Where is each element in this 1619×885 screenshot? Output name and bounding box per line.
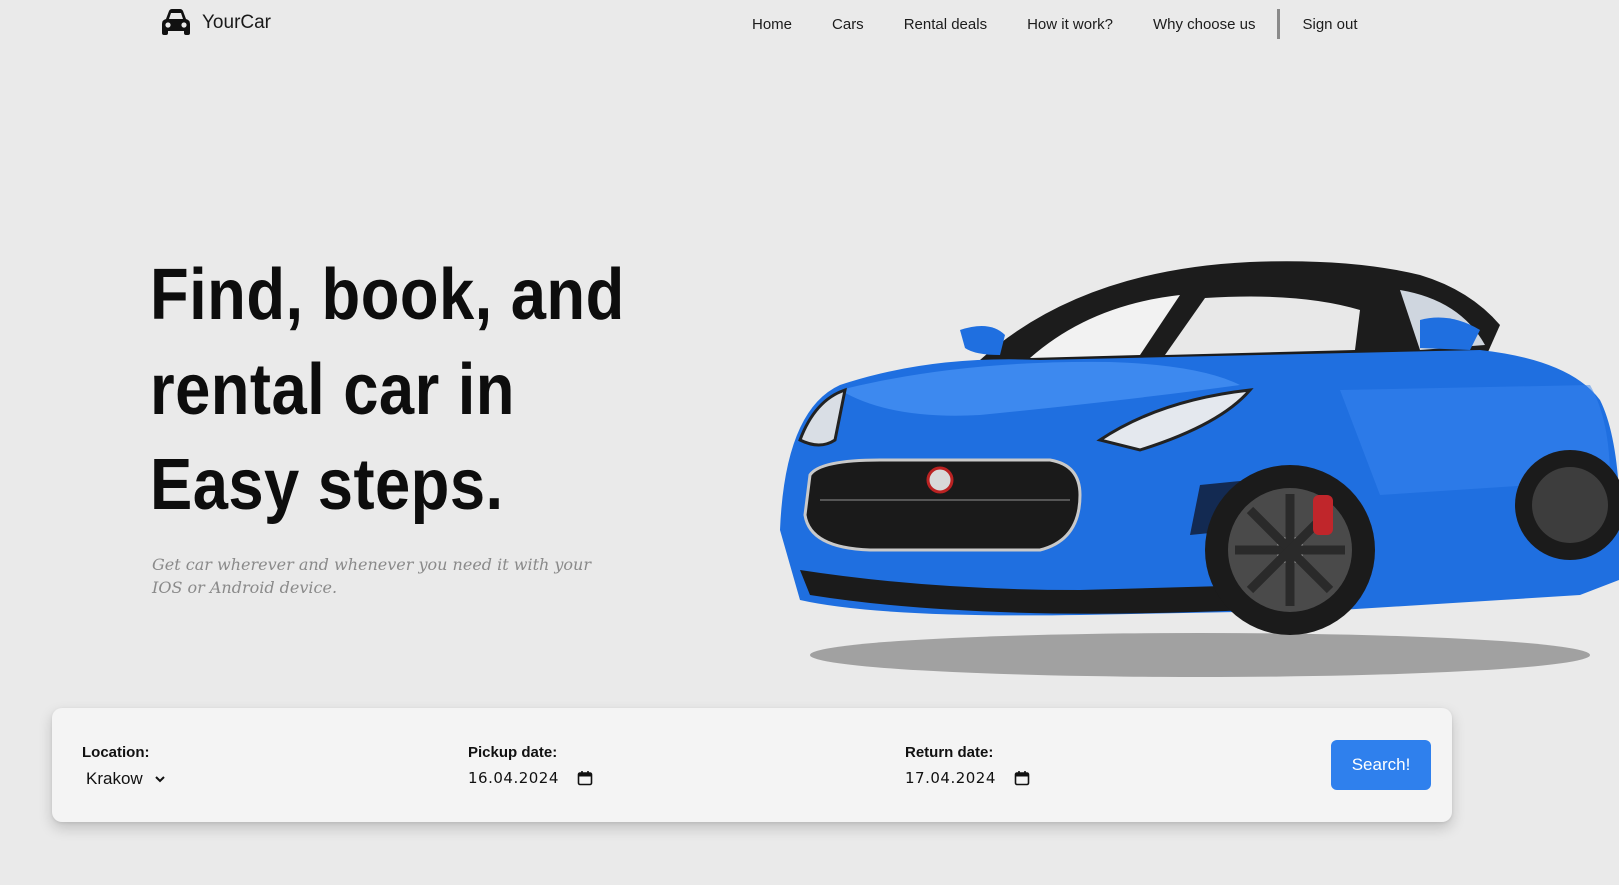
calendar-icon[interactable] [1014, 770, 1030, 786]
return-date-input[interactable]: 17.04.2024 [905, 769, 1030, 787]
hero-car-image [780, 261, 1619, 677]
return-date-label: Return date: [905, 744, 994, 761]
logo-text: YourCar [202, 12, 272, 33]
location-label: Location: [82, 744, 150, 761]
return-date-value: 17.04.2024 [905, 769, 996, 787]
search-button[interactable]: Search! [1331, 740, 1431, 790]
hero-title-line-3: Easy steps. [150, 445, 504, 525]
chevron-down-icon [154, 776, 165, 783]
hero-title: Find, book, and rental car in Easy steps… [150, 248, 643, 533]
nav-divider [1277, 9, 1281, 39]
pickup-date-input[interactable]: 16.04.2024 [468, 769, 593, 787]
pickup-date-field: Pickup date: 16.04.2024 [468, 744, 593, 787]
calendar-icon[interactable] [577, 770, 593, 786]
hero-title-line-2: rental car in [150, 350, 515, 430]
nav-home[interactable]: Home [752, 16, 792, 33]
hero-subtitle: Get car wherever and whenever you need i… [152, 555, 592, 597]
return-date-field: Return date: 17.04.2024 [905, 744, 1030, 787]
main-nav: Home Cars Rental deals How it work? Why … [752, 9, 1358, 39]
location-select[interactable]: Krakow [82, 769, 167, 789]
logo[interactable]: YourCar [160, 8, 271, 38]
location-field: Location: Krakow [82, 744, 167, 789]
location-value: Krakow [86, 769, 143, 788]
hero-title-line-1: Find, book, and [150, 255, 625, 335]
car-icon [162, 9, 190, 35]
nav-cars[interactable]: Cars [832, 16, 864, 33]
nav-how-it-work[interactable]: How it work? [1027, 16, 1113, 33]
search-card: Location: Krakow Pickup date: 16.04.2024… [52, 708, 1452, 822]
nav-why-choose-us[interactable]: Why choose us [1153, 16, 1256, 33]
sign-out-link[interactable]: Sign out [1302, 16, 1357, 33]
pickup-date-label: Pickup date: [468, 744, 558, 761]
pickup-date-value: 16.04.2024 [468, 769, 559, 787]
nav-rental-deals[interactable]: Rental deals [904, 16, 987, 33]
